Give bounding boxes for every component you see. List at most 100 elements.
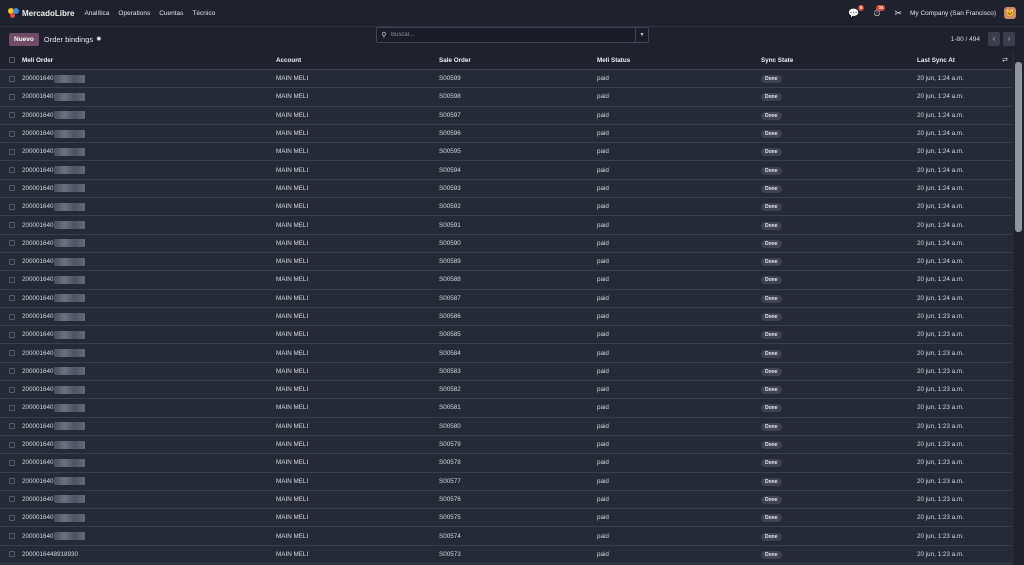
select-all-checkbox[interactable] <box>9 57 15 63</box>
row-checkbox[interactable] <box>9 185 15 192</box>
table-row[interactable]: 200001640 MAIN MELI S00598 paid Done 20 jun, … <box>0 88 1012 107</box>
table-row[interactable]: 200001640 MAIN MELI S00577 paid Done 20 jun, … <box>0 472 1012 491</box>
row-checkbox[interactable] <box>9 258 15 265</box>
row-checkbox[interactable] <box>9 496 15 503</box>
cell-sync-state: Done <box>761 422 917 431</box>
meli-order-value: 200001640 <box>22 441 54 449</box>
cell-sale-order: S00577 <box>439 477 461 485</box>
row-checkbox[interactable] <box>9 459 15 466</box>
optional-columns-toggle-icon[interactable]: ⇄ <box>998 56 1012 64</box>
debug-tools-icon[interactable]: ✂ <box>894 8 902 19</box>
pager-next-button[interactable]: › <box>1003 32 1015 46</box>
cell-last-sync-at: 20 jun, 1:24 a.m. <box>917 221 964 229</box>
table-row[interactable]: 2000016448918930 MAIN MELI S00573 paid Done 2… <box>0 545 1012 565</box>
column-header-sale-order[interactable]: Sale Order <box>439 57 597 64</box>
table-row[interactable]: 200001640 MAIN MELI S00597 paid Done 20 jun, … <box>0 106 1012 125</box>
row-checkbox[interactable] <box>9 423 15 430</box>
row-checkbox[interactable] <box>9 240 15 247</box>
table-row[interactable]: 200001640 MAIN MELI S00592 paid Done 20 jun, … <box>0 198 1012 217</box>
table-row[interactable]: 200001640 MAIN MELI S00586 paid Done 20 jun, … <box>0 307 1012 327</box>
table-row[interactable]: 200001640 MAIN MELI S00579 paid Done 20 jun, … <box>0 435 1012 455</box>
table-row[interactable]: 200001640 MAIN MELI S00578 paid Done 20 jun, … <box>0 454 1012 473</box>
cell-sync-state: Done <box>761 477 917 486</box>
row-checkbox[interactable] <box>9 130 15 137</box>
row-checkbox[interactable] <box>9 386 15 393</box>
row-checkbox[interactable] <box>9 478 15 485</box>
row-checkbox[interactable] <box>9 93 15 100</box>
redacted-order-suffix <box>53 422 85 431</box>
new-button[interactable]: Nuevo <box>9 32 39 46</box>
table-row[interactable]: 200001640 MAIN MELI S00591 paid Done 20 jun, … <box>0 216 1012 235</box>
scrollbar-thumb[interactable] <box>1015 62 1022 232</box>
cell-meli-order: 200001640 <box>22 458 276 467</box>
app-logo[interactable]: MercadoLibre <box>8 7 74 19</box>
vertical-scrollbar[interactable] <box>1014 51 1024 565</box>
row-checkbox[interactable] <box>9 350 15 357</box>
table-row[interactable]: 200001640 MAIN MELI S00581 paid Done 20 jun, … <box>0 399 1012 418</box>
table-row[interactable]: 200001640 MAIN MELI S00599 paid Done 20 jun, … <box>0 70 1012 89</box>
table-row[interactable]: 200001640 MAIN MELI S00588 paid Done 20 jun, … <box>0 271 1012 290</box>
table-row[interactable]: 200001640 MAIN MELI S00593 paid Done 20 jun, … <box>0 179 1012 199</box>
cell-sync-state: Done <box>761 221 917 230</box>
row-checkbox[interactable] <box>9 313 15 320</box>
messages-icon[interactable]: 💬 8 <box>848 4 865 19</box>
row-checkbox[interactable] <box>9 331 15 338</box>
row-checkbox[interactable] <box>9 533 15 540</box>
column-header-meli-status[interactable]: Meli Status <box>597 57 761 64</box>
row-checkbox[interactable] <box>9 112 15 119</box>
table-row[interactable]: 200001640 MAIN MELI S00575 paid Done 20 jun, … <box>0 509 1012 528</box>
redacted-order-suffix <box>53 129 85 138</box>
row-checkbox[interactable] <box>9 368 15 375</box>
cell-meli-status: paid <box>597 441 609 449</box>
table-row[interactable]: 200001640 MAIN MELI S00580 paid Done 20 jun, … <box>0 417 1012 436</box>
column-header-account[interactable]: Account <box>276 57 439 64</box>
activity-clock-icon[interactable]: ⏱ 34 <box>873 4 886 19</box>
menu-item-operations[interactable]: Operations <box>118 10 150 17</box>
search-input[interactable] <box>391 32 635 38</box>
menu-item-cuentas[interactable]: Cuentas <box>159 10 183 17</box>
user-avatar[interactable]: 🐱 <box>1004 7 1016 19</box>
menu-item-tecnico[interactable]: Técnico <box>192 10 215 17</box>
column-header-last-sync-at[interactable]: Last Sync At <box>917 57 998 64</box>
row-checkbox[interactable] <box>9 276 15 283</box>
row-checkbox[interactable] <box>9 203 15 210</box>
list-table: Meli Order Account Sale Order Meli Statu… <box>0 51 1012 565</box>
row-checkbox[interactable] <box>9 514 15 521</box>
company-switcher[interactable]: My Company (San Francisco) <box>910 10 996 17</box>
row-checkbox[interactable] <box>9 441 15 448</box>
table-row[interactable]: 200001640 MAIN MELI S00584 paid Done 20 jun, … <box>0 344 1012 363</box>
table-row[interactable]: 200001640 MAIN MELI S00576 paid Done 20 jun, … <box>0 490 1012 510</box>
row-checkbox[interactable] <box>9 167 15 174</box>
table-row[interactable]: 200001640 MAIN MELI S00590 paid Done 20 jun, … <box>0 234 1012 253</box>
sync-state-badge: Done <box>761 477 782 486</box>
row-checkbox[interactable] <box>9 295 15 302</box>
row-checkbox[interactable] <box>9 75 15 82</box>
cell-sale-order: S00581 <box>439 404 461 412</box>
column-header-sync-state[interactable]: Sync State <box>761 57 917 64</box>
column-header-meli-order[interactable]: Meli Order <box>22 57 276 64</box>
gear-icon[interactable]: ✹ <box>96 35 101 43</box>
cell-sale-order: S00586 <box>439 313 461 320</box>
row-checkbox[interactable] <box>9 404 15 411</box>
table-row[interactable]: 200001640 MAIN MELI S00587 paid Done 20 jun, … <box>0 289 1012 308</box>
pager-previous-button[interactable]: ‹ <box>988 32 1000 46</box>
table-row[interactable]: 200001640 MAIN MELI S00583 paid Done 20 jun, … <box>0 362 1012 382</box>
cell-meli-order: 200001640 <box>22 477 276 486</box>
table-row[interactable]: 200001640 MAIN MELI S00589 paid Done 20 jun, … <box>0 252 1012 272</box>
cell-last-sync-at: 20 jun, 1:24 a.m. <box>917 166 964 174</box>
cell-account: MAIN MELI <box>276 441 309 449</box>
menu-item-analitica[interactable]: Analítica <box>84 10 109 17</box>
table-row[interactable]: 200001640 MAIN MELI S00585 paid Done 20 jun, … <box>0 326 1012 345</box>
sync-state-badge: Done <box>761 349 782 358</box>
row-checkbox[interactable] <box>9 148 15 155</box>
search-options-toggle[interactable]: ▼ <box>635 28 648 42</box>
table-row[interactable]: 200001640 MAIN MELI S00582 paid Done 20 jun, … <box>0 381 1012 400</box>
table-row[interactable]: 200001640 MAIN MELI S00574 paid Done 20 jun, … <box>0 527 1012 546</box>
row-checkbox[interactable] <box>9 551 15 558</box>
cell-meli-status: paid <box>597 313 609 320</box>
pager-value[interactable]: 1-80 / 494 <box>951 36 980 43</box>
row-checkbox[interactable] <box>9 222 15 229</box>
table-row[interactable]: 200001640 MAIN MELI S00596 paid Done 20 jun, … <box>0 124 1012 144</box>
table-row[interactable]: 200001640 MAIN MELI S00595 paid Done 20 jun, … <box>0 143 1012 162</box>
table-row[interactable]: 200001640 MAIN MELI S00594 paid Done 20 jun, … <box>0 161 1012 180</box>
